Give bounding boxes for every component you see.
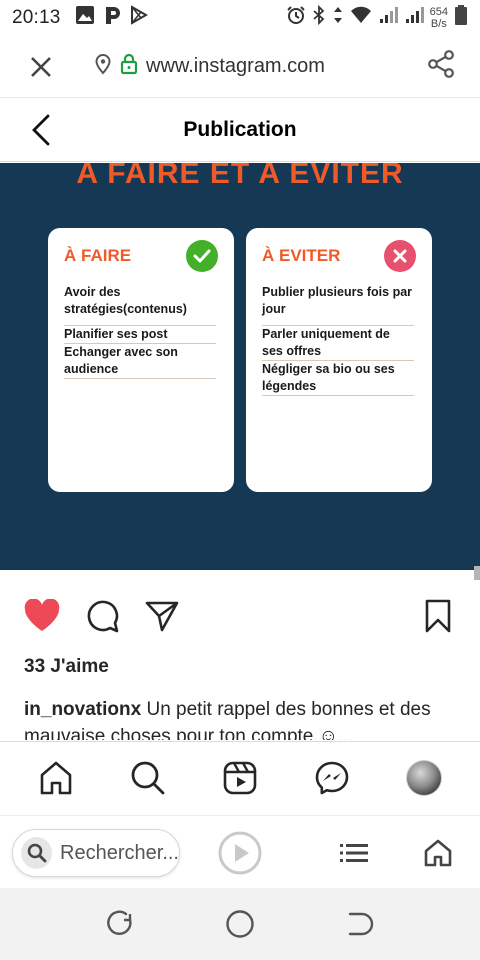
instagram-bottom-nav [0,741,480,815]
recents-icon [107,910,132,935]
do-card-item: Avoir des stratégies(contenus) [64,276,216,326]
check-icon [193,249,211,263]
gallery-icon [75,5,95,31]
play-button[interactable] [217,830,263,876]
play-store-icon [129,5,149,31]
home-icon [424,839,452,867]
do-card-item: Planifier ses post [64,326,216,344]
browser-url-bar: www.instagram.com [0,36,480,98]
heart-icon [24,599,60,631]
browser-home-button[interactable] [415,830,461,876]
do-card-item: Echanger avec son audience [64,344,216,379]
nav-reels-button[interactable] [220,758,260,798]
share-button[interactable] [426,49,456,84]
post-image-headline: A FAIRE ET A EVITER [76,163,404,190]
post-caption: in_novationx Un petit rappel des bonnes … [24,696,460,740]
page-header: Publication [0,98,480,162]
x-icon [393,249,407,263]
browser-search-field[interactable]: Rechercher... [12,829,180,877]
reels-icon [223,761,257,795]
menu-button[interactable] [331,830,377,876]
do-card: À FAIRE Avoir des stratégies(contenus) P… [48,228,234,492]
share-post-button[interactable] [142,596,182,636]
check-badge [186,240,218,272]
post-image[interactable]: A FAIRE ET A EVITER À FAIRE Avoir des st… [0,163,480,570]
location-pin-icon[interactable] [94,53,112,80]
search-icon [21,837,53,869]
wifi-icon [350,5,372,31]
back-system-button[interactable] [344,908,376,940]
android-nav-bar [0,888,480,960]
signal-icon [378,5,398,31]
send-icon [145,601,179,632]
lock-icon[interactable] [120,53,138,80]
circle-home-icon [226,910,254,938]
network-speed-unit: B/s [430,18,447,30]
comment-icon [87,600,119,633]
save-button[interactable] [418,596,458,636]
messenger-icon [315,761,349,795]
status-time: 20:13 [12,7,61,28]
recents-button[interactable] [104,908,136,940]
browser-toolbar: Rechercher... [0,815,480,888]
nav-messenger-button[interactable] [312,758,352,798]
share-icon [428,50,454,78]
search-placeholder: Rechercher... [60,841,179,864]
nav-home-button[interactable] [36,758,76,798]
nav-profile-button[interactable] [404,758,444,798]
nav-search-button[interactable] [128,758,168,798]
network-speed-value: 654 [429,6,448,18]
avoid-card-item: Publier plusieurs fois par jour [262,276,414,326]
cross-badge [384,240,416,272]
post-actions [0,592,480,640]
alarm-icon [286,5,306,31]
signal-icon [404,5,424,31]
bookmark-icon [425,599,451,633]
caption-username[interactable]: in_novationx [24,699,141,720]
scrollbar[interactable] [474,566,480,580]
url-text[interactable]: www.instagram.com [146,55,325,78]
close-icon [31,56,51,77]
close-tab-button[interactable] [20,46,62,88]
battery-icon [454,4,468,32]
bluetooth-icon [312,4,326,31]
back-button[interactable] [26,112,58,148]
avoid-card: À EVITER Publier plusieurs fois par jour… [246,228,432,492]
p-app-icon [103,5,121,31]
play-icon [218,831,262,875]
status-bar: 20:13 654 B/s [0,0,480,36]
data-arrows-icon [332,5,344,31]
comment-button[interactable] [82,596,122,636]
network-speed: 654 B/s [430,6,448,30]
page-title: Publication [183,117,297,141]
avatar [406,760,442,796]
chevron-left-icon [32,114,50,146]
like-button[interactable] [22,596,62,636]
home-icon [40,761,72,795]
avoid-card-item: Négliger sa bio ou ses légendes [262,361,414,396]
likes-count[interactable]: 33 J'aime [24,656,109,678]
home-system-button[interactable] [224,908,256,940]
avoid-card-item: Parler uniquement de ses offres [262,326,414,361]
back-icon [348,912,374,936]
list-icon [340,844,368,862]
search-icon [131,761,165,795]
